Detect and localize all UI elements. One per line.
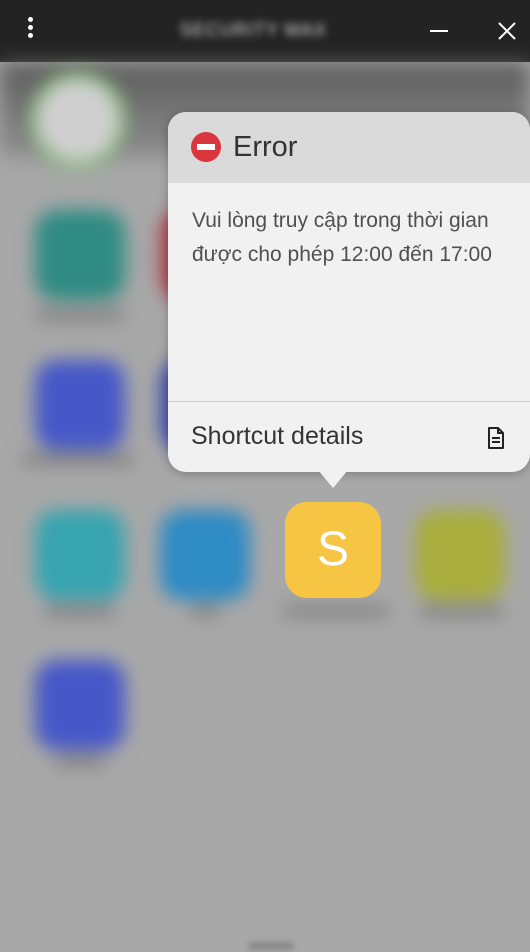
close-icon[interactable] [492, 16, 522, 46]
app-tile [35, 510, 125, 600]
window-title: SECURITY MAX [180, 20, 327, 40]
app-tile [415, 510, 505, 600]
app-label [190, 606, 220, 616]
popup-header: Error [168, 112, 530, 183]
app-label [420, 606, 504, 616]
avatar [30, 72, 126, 168]
popup-title: Error [233, 131, 298, 163]
app-label [55, 756, 105, 766]
title-bar: SECURITY MAX [0, 0, 530, 63]
no-entry-icon [191, 132, 221, 162]
more-vert-icon[interactable] [22, 14, 42, 44]
app-tile [160, 510, 250, 600]
app-label [45, 606, 115, 616]
error-message: Vui lòng truy cập trong thời gian được c… [192, 209, 492, 266]
app-letter: S [316, 523, 349, 576]
shortcut-details-button[interactable]: Shortcut details [168, 402, 530, 472]
app-label [35, 310, 125, 320]
app-label [282, 606, 388, 616]
app-tile [35, 360, 125, 450]
shortcut-details-label: Shortcut details [191, 422, 364, 450]
document-icon [486, 426, 506, 450]
bottom-indicator [248, 942, 294, 950]
error-popup: Error Vui lòng truy cập trong thời gian … [168, 112, 530, 472]
popup-pointer [318, 470, 348, 488]
focused-app-tile[interactable]: S [285, 502, 381, 598]
app-tile [35, 210, 125, 300]
app-label [22, 454, 134, 464]
minimize-icon[interactable] [424, 16, 454, 46]
app-tile [35, 660, 125, 750]
